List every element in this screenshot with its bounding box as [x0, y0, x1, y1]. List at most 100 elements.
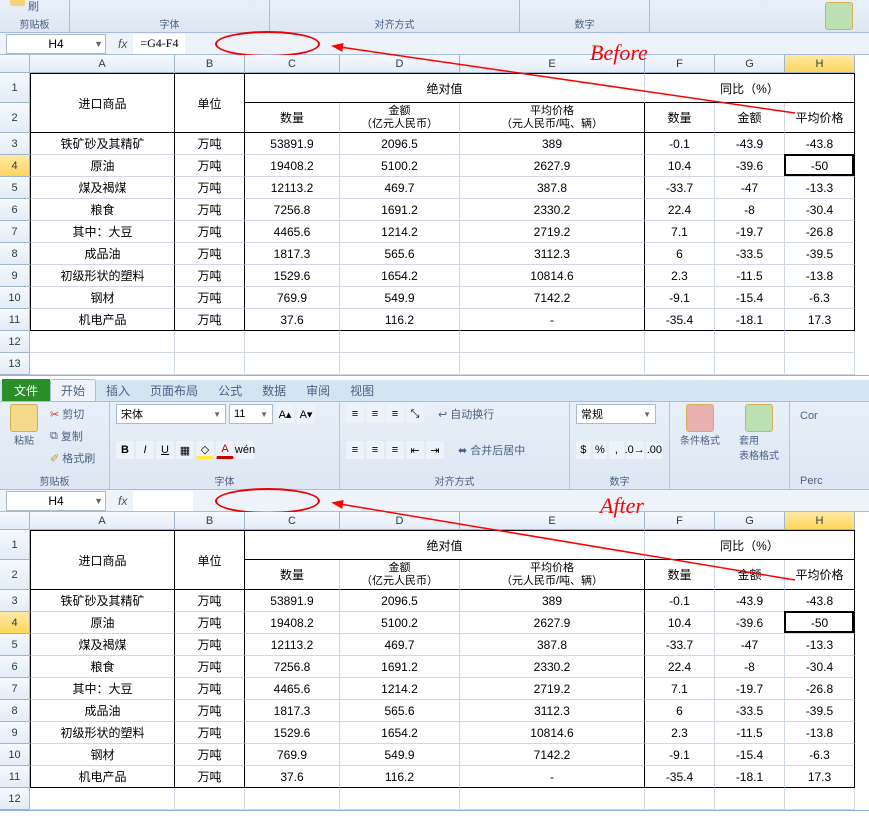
rowhdr-11[interactable]: 11	[0, 766, 30, 788]
comma-button[interactable]: ,	[609, 441, 624, 459]
cells-before[interactable]: 进口商品单位绝对值同比（%）数量金额 （亿元人民币）平均价格 （元人民币/吨、辆…	[30, 73, 855, 375]
tab-insert[interactable]: 插入	[96, 379, 140, 401]
rowhdr-2[interactable]: 2	[0, 103, 30, 133]
colhdr-A[interactable]: A	[30, 55, 175, 73]
align-center[interactable]: ≡	[366, 441, 384, 459]
cells-after[interactable]: 进口商品单位绝对值同比（%）数量金额 （亿元人民币）平均价格 （元人民币/吨、辆…	[30, 530, 855, 810]
tab-review[interactable]: 审阅	[296, 379, 340, 401]
colhdr-F[interactable]: F	[645, 55, 715, 73]
rowhdr-6[interactable]: 6	[0, 656, 30, 678]
number-format-select[interactable]: 常规▼	[576, 404, 656, 424]
percent-button[interactable]: %	[593, 441, 608, 459]
fx-icon[interactable]: fx	[118, 37, 127, 51]
copy-button[interactable]: ⧉复制	[46, 426, 99, 446]
select-all-corner2[interactable]	[0, 512, 30, 530]
formula-input-after[interactable]	[133, 491, 193, 511]
namebox-dropdown-icon[interactable]: ▼	[94, 39, 103, 49]
table-row[interactable]: 煤及褐煤万吨12113.2469.7387.8-33.7-47-13.3	[30, 177, 855, 199]
rowhdr-5[interactable]: 5	[0, 177, 30, 199]
rowhdr-8[interactable]: 8	[0, 700, 30, 722]
indent-inc[interactable]: ⇥	[426, 441, 444, 459]
table-row[interactable]: 原油万吨19408.25100.22627.910.4-39.6-50	[30, 612, 855, 634]
rowhdr-8[interactable]: 8	[0, 243, 30, 265]
rowhdr-7[interactable]: 7	[0, 678, 30, 700]
table-row[interactable]: 原油万吨19408.25100.22627.910.4-39.6-50	[30, 155, 855, 177]
colhdr2-G[interactable]: G	[715, 512, 785, 530]
select-all-corner[interactable]	[0, 55, 30, 73]
align-left[interactable]: ≡	[346, 441, 364, 459]
colhdr2-D[interactable]: D	[340, 512, 460, 530]
wrap-button[interactable]: ↩自动换行	[434, 404, 498, 424]
rowhdr-1[interactable]: 1	[0, 530, 30, 560]
formula-input-before[interactable]: =G4-F4	[133, 34, 185, 54]
rowhdr-4[interactable]: 4	[0, 612, 30, 634]
grow-font[interactable]: A▴	[276, 405, 294, 423]
colhdr-G[interactable]: G	[715, 55, 785, 73]
table-row[interactable]: 初级形状的塑料万吨1529.61654.210814.62.3-11.5-13.…	[30, 722, 855, 744]
brush-button[interactable]: ✐格式刷	[46, 448, 99, 468]
font-color-button[interactable]: A	[216, 441, 234, 459]
rowhdr-9[interactable]: 9	[0, 265, 30, 287]
table-row[interactable]: 成品油万吨1817.3565.63112.36-33.5-39.5	[30, 700, 855, 722]
format-brush-button[interactable]: 格式刷	[6, 0, 63, 16]
colhdr-H[interactable]: H	[785, 55, 855, 73]
truncated-1[interactable]: Cor	[796, 408, 827, 424]
align-mid[interactable]: ≡	[366, 405, 384, 423]
table-row[interactable]: 煤及褐煤万吨12113.2469.7387.8-33.7-47-13.3	[30, 634, 855, 656]
rowhdr-3[interactable]: 3	[0, 590, 30, 612]
align-bot[interactable]: ≡	[386, 405, 404, 423]
colhdr2-F[interactable]: F	[645, 512, 715, 530]
table-row[interactable]: 铁矿砂及其精矿万吨53891.92096.5389-0.1-43.9-43.8	[30, 133, 855, 155]
border-button[interactable]: ▦	[176, 441, 194, 459]
underline-button[interactable]: U	[156, 441, 174, 459]
rowhdr-6[interactable]: 6	[0, 199, 30, 221]
table-row[interactable]: 粮食万吨7256.81691.22330.222.4-8-30.4	[30, 656, 855, 678]
table-row[interactable]: 钢材万吨769.9549.97142.2-9.1-15.4-6.3	[30, 287, 855, 309]
paste-button[interactable]: 粘贴	[6, 404, 42, 468]
tab-view[interactable]: 视图	[340, 379, 384, 401]
file-tab[interactable]: 文件	[2, 379, 50, 401]
table-row[interactable]: 铁矿砂及其精矿万吨53891.92096.5389-0.1-43.9-43.8	[30, 590, 855, 612]
truncated-2[interactable]: Perc	[796, 473, 827, 489]
merge-button[interactable]: ⬌合并后居中	[454, 440, 529, 460]
table-row[interactable]: 机电产品万吨37.6116.2--35.4-18.117.3	[30, 309, 855, 331]
colhdr2-C[interactable]: C	[245, 512, 340, 530]
shrink-font[interactable]: A▾	[297, 405, 315, 423]
fx-icon2[interactable]: fx	[118, 494, 127, 508]
sheet-after[interactable]: A B C D E F G H 123456789101112 进口商品单位绝对…	[0, 512, 869, 810]
name-box-after[interactable]: H4 ▼	[6, 491, 106, 511]
table-row[interactable]: 钢材万吨769.9549.97142.2-9.1-15.4-6.3	[30, 744, 855, 766]
font-size[interactable]: 11▼	[229, 404, 273, 424]
colhdr-C[interactable]: C	[245, 55, 340, 73]
colhdr-B[interactable]: B	[175, 55, 245, 73]
cut-button[interactable]: ✂剪切	[46, 404, 99, 424]
dec-dec[interactable]: .00	[646, 441, 663, 459]
tab-layout[interactable]: 页面布局	[140, 379, 208, 401]
orientation[interactable]: ⤡	[406, 405, 424, 423]
font-select[interactable]: 宋体▼	[116, 404, 226, 424]
rowhdr-10[interactable]: 10	[0, 287, 30, 309]
namebox-dropdown-icon2[interactable]: ▼	[94, 496, 103, 506]
rowhdr-12[interactable]: 12	[0, 788, 30, 810]
rowhdr-2[interactable]: 2	[0, 560, 30, 590]
rowhdr-9[interactable]: 9	[0, 722, 30, 744]
align-top[interactable]: ≡	[346, 405, 364, 423]
rowhdr-7[interactable]: 7	[0, 221, 30, 243]
colhdr2-B[interactable]: B	[175, 512, 245, 530]
table-row[interactable]: 其中：大豆万吨4465.61214.22719.27.1-19.7-26.8	[30, 678, 855, 700]
rowhdr-12[interactable]: 12	[0, 331, 30, 353]
rowhdr-11[interactable]: 11	[0, 309, 30, 331]
rowhdr-5[interactable]: 5	[0, 634, 30, 656]
table-row[interactable]: 粮食万吨7256.81691.22330.222.4-8-30.4	[30, 199, 855, 221]
table-style-button2[interactable]: 套用 表格格式	[735, 404, 783, 462]
rowhdr-13[interactable]: 13	[0, 353, 30, 375]
tab-formula[interactable]: 公式	[208, 379, 252, 401]
dec-inc[interactable]: .0→	[626, 441, 644, 459]
rowhdr-4[interactable]: 4	[0, 155, 30, 177]
tab-home[interactable]: 开始	[50, 379, 96, 401]
table-row[interactable]: 机电产品万吨37.6116.2--35.4-18.117.3	[30, 766, 855, 788]
colhdr-D[interactable]: D	[340, 55, 460, 73]
cond-format-button[interactable]: 条件格式	[676, 404, 724, 447]
fill-button[interactable]: ◇	[196, 441, 214, 459]
rowhdr-3[interactable]: 3	[0, 133, 30, 155]
